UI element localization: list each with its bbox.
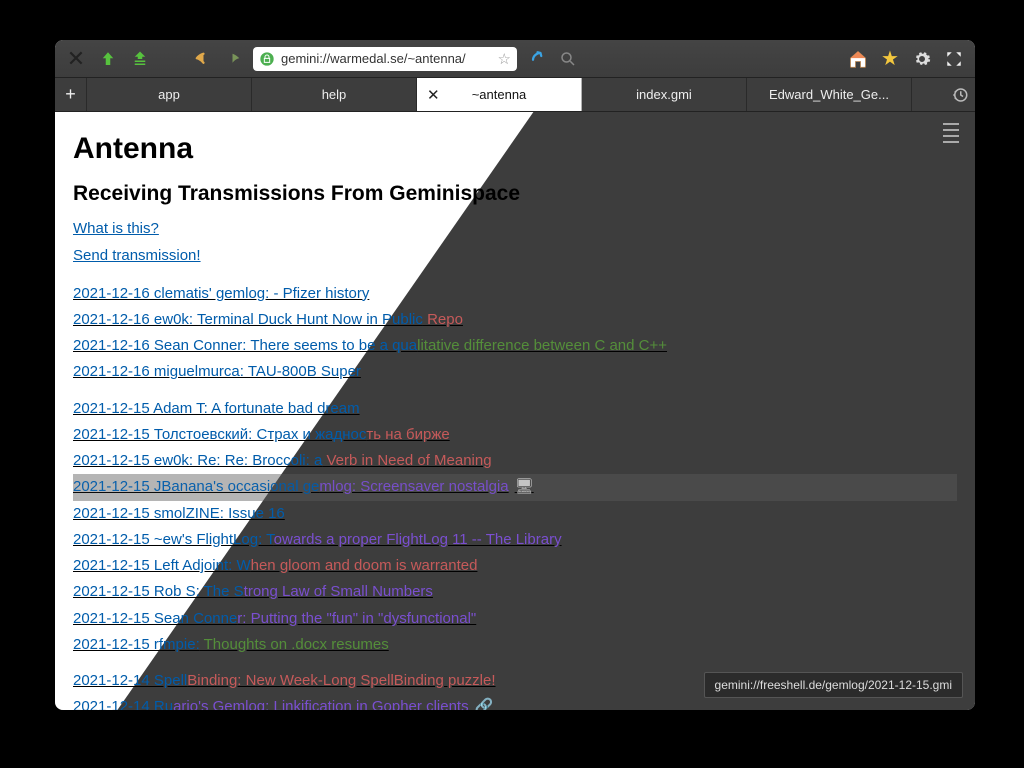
entry-row: 2021-12-16 ew0k: Terminal Duck Hunt Now …: [73, 307, 957, 333]
toolbar: ✕ gemini://warmedal.se/~antenna/ ☆ ★: [55, 40, 975, 78]
entry-row: 2021-12-15 Rob S: The Strong Law of Smal…: [73, 579, 957, 605]
bookmark-star-icon[interactable]: ☆: [498, 50, 511, 68]
close-icon[interactable]: ✕: [63, 46, 89, 72]
entry-row: 2021-12-15 Adam T: A fortunate bad dream: [73, 396, 957, 422]
entry-link[interactable]: 2021-12-14 Ruario's Gemlog: Linkificatio…: [73, 698, 493, 710]
tab-label: Edward_White_Ge...: [769, 87, 889, 102]
search-icon[interactable]: [555, 46, 581, 72]
outline-icon[interactable]: [943, 122, 959, 144]
entry-link[interactable]: 2021-12-15 ew0k: Re: Re: Broccoli: a Ver…: [73, 452, 492, 469]
entry-row: 2021-12-15 Left Adjoint: When gloom and …: [73, 553, 957, 579]
content-area: Antenna Receiving Transmissions From Gem…: [55, 112, 975, 710]
entry-row: 2021-12-15 rfmpie: Thoughts on .docx res…: [73, 632, 957, 658]
entry-link[interactable]: 2021-12-15 rfmpie: Thoughts on .docx res…: [73, 636, 389, 653]
entry-row: 2021-12-16 Sean Conner: There seems to b…: [73, 333, 957, 359]
entry-row: 2021-12-16 miguelmurca: TAU-800B Super: [73, 359, 957, 385]
tab-label: help: [322, 87, 347, 102]
entry-link[interactable]: 2021-12-15 Rob S: The Strong Law of Smal…: [73, 583, 433, 600]
tab-label: ~antenna: [472, 87, 527, 102]
link-what-is-this[interactable]: What is this?: [73, 216, 159, 243]
status-tooltip: gemini://freeshell.de/gemlog/2021-12-15.…: [704, 672, 963, 698]
page-title: Antenna: [73, 132, 957, 166]
entry-row: 2021-12-15 ~ew's FlightLog: Towards a pr…: [73, 527, 957, 553]
forward-icon[interactable]: [221, 46, 247, 72]
favorites-icon[interactable]: ★: [877, 46, 903, 72]
entry-link[interactable]: 2021-12-16 Sean Conner: There seems to b…: [73, 337, 667, 354]
page-subtitle: Receiving Transmissions From Geminispace: [73, 182, 957, 206]
link-icon: 🔗: [475, 698, 494, 710]
entry-row: 2021-12-15 Sean Conner: Putting the "fun…: [73, 606, 957, 632]
tab-label: app: [158, 87, 180, 102]
entry-row: 2021-12-15 JBanana's occasional gemlog: …: [73, 474, 957, 500]
back-icon[interactable]: [189, 46, 215, 72]
url-text: gemini://warmedal.se/~antenna/: [281, 51, 492, 66]
settings-icon[interactable]: [909, 46, 935, 72]
screen-icon: 🖥: [515, 478, 534, 495]
history-icon[interactable]: [945, 78, 975, 111]
entry-link[interactable]: 2021-12-16 ew0k: Terminal Duck Hunt Now …: [73, 311, 463, 328]
entry-link[interactable]: 2021-12-15 Adam T: A fortunate bad dream: [73, 400, 360, 417]
tab-label: index.gmi: [636, 87, 692, 102]
link-send-transmission[interactable]: Send transmission!: [73, 243, 201, 270]
new-tab-button[interactable]: +: [55, 78, 87, 111]
tab-bar: + app help ✕ ~antenna index.gmi Edward_W…: [55, 78, 975, 112]
tab-antenna[interactable]: ✕ ~antenna: [417, 78, 582, 111]
entry-link[interactable]: 2021-12-14 SpellBinding: New Week-Long S…: [73, 672, 496, 689]
tab-close-icon[interactable]: ✕: [427, 86, 440, 104]
url-bar[interactable]: gemini://warmedal.se/~antenna/ ☆: [253, 47, 517, 71]
entry-row: 2021-12-15 ew0k: Re: Re: Broccoli: a Ver…: [73, 448, 957, 474]
entry-link[interactable]: 2021-12-15 Толстоевский: Страх и жадност…: [73, 426, 450, 443]
lock-icon: [259, 51, 275, 67]
up-root-icon[interactable]: [127, 46, 153, 72]
entry-link[interactable]: 2021-12-16 miguelmurca: TAU-800B Super: [73, 363, 361, 380]
entry-link[interactable]: 2021-12-15 Left Adjoint: When gloom and …: [73, 557, 477, 574]
entry-link[interactable]: 2021-12-15 JBanana's occasional gemlog: …: [73, 478, 534, 495]
entry-link[interactable]: 2021-12-15 smolZINE: Issue 16: [73, 505, 285, 522]
tab-app[interactable]: app: [87, 78, 252, 111]
home-icon[interactable]: [845, 46, 871, 72]
browser-window: ✕ gemini://warmedal.se/~antenna/ ☆ ★: [55, 40, 975, 710]
entry-link[interactable]: 2021-12-15 Sean Conner: Putting the "fun…: [73, 610, 476, 627]
tab-help[interactable]: help: [252, 78, 417, 111]
entry-row: 2021-12-15 Толстоевский: Страх и жадност…: [73, 422, 957, 448]
fullscreen-icon[interactable]: [941, 46, 967, 72]
entry-link[interactable]: 2021-12-16 clematis' gemlog: - Pfizer hi…: [73, 285, 369, 302]
tab-index[interactable]: index.gmi: [582, 78, 747, 111]
entry-row: 2021-12-16 clematis' gemlog: - Pfizer hi…: [73, 281, 957, 307]
entry-link[interactable]: 2021-12-15 ~ew's FlightLog: Towards a pr…: [73, 531, 562, 548]
entry-row: 2021-12-15 smolZINE: Issue 16: [73, 501, 957, 527]
reload-icon[interactable]: [523, 46, 549, 72]
tab-edward[interactable]: Edward_White_Ge...: [747, 78, 912, 111]
up-icon[interactable]: [95, 46, 121, 72]
